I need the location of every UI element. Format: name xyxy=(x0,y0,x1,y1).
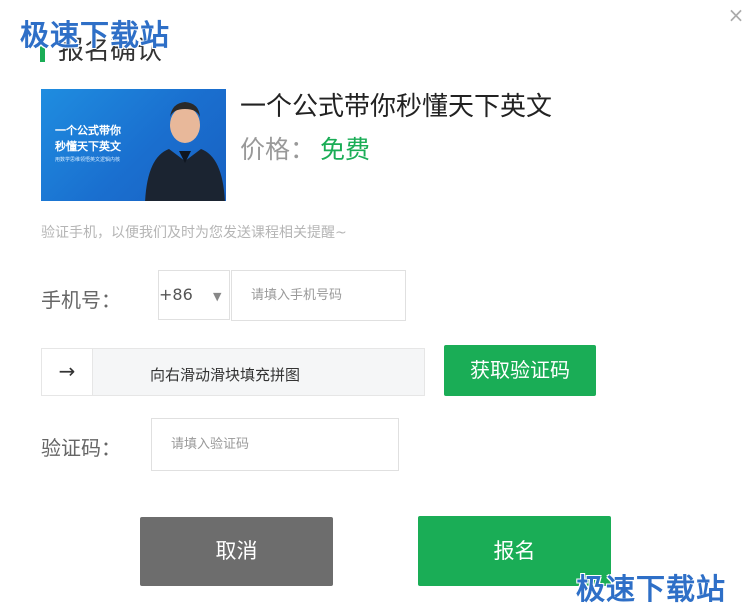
signup-confirm-dialog: 极速下载站 报名确认 × 一个公式带你 秒懂天下英文 用数学思维领悟英文逻辑内核… xyxy=(0,0,750,616)
country-code-select[interactable]: +86 ▼ xyxy=(158,270,230,320)
get-code-button[interactable]: 获取验证码 xyxy=(444,345,596,396)
course-thumbnail: 一个公式带你 秒懂天下英文 用数学思维领悟英文逻辑内核 xyxy=(41,89,226,201)
slider-captcha[interactable]: → 向右滑动滑块填充拼图 xyxy=(41,348,425,396)
code-label: 验证码： xyxy=(41,436,121,460)
chevron-down-icon: ▼ xyxy=(213,290,222,303)
watermark-bottom: 极速下载站 xyxy=(576,572,727,606)
country-code-value: +86 xyxy=(159,285,193,304)
thumbnail-subtitle: 用数学思维领悟英文逻辑内核 xyxy=(55,157,121,163)
thumbnail-line2: 秒懂天下英文 xyxy=(55,140,121,153)
phone-input[interactable] xyxy=(231,270,406,321)
watermark-top: 极速下载站 xyxy=(20,18,171,52)
slider-handle-arrow-icon[interactable]: → xyxy=(42,349,93,395)
slider-instruction: 向右滑动滑块填充拼图 xyxy=(150,366,301,384)
verification-hint: 验证手机，以便我们及时为您发送课程相关提醒~ xyxy=(41,225,347,241)
instructor-photo xyxy=(145,102,225,201)
price-label: 价格： xyxy=(240,135,316,164)
close-icon[interactable]: × xyxy=(725,4,747,26)
phone-label: 手机号： xyxy=(41,288,121,312)
cancel-button[interactable]: 取消 xyxy=(140,517,333,586)
price-value: 免费 xyxy=(320,135,371,164)
code-input[interactable] xyxy=(151,418,399,471)
course-title: 一个公式带你秒懂天下英文 xyxy=(240,92,553,122)
thumbnail-line1: 一个公式带你 xyxy=(55,124,121,137)
